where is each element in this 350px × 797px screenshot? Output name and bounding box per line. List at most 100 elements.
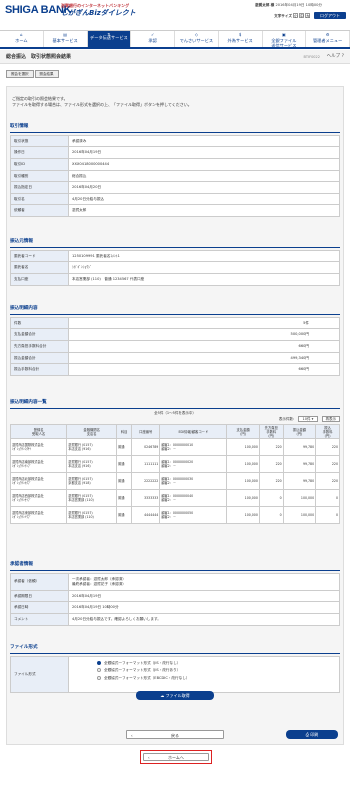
table-cell: 220	[315, 472, 340, 491]
main-nav: ⌂ ホーム ▤ 基本サービス ⇅ データ伝送サービス ✓ 承認 ◇ でんさいサービス $ 外…	[0, 30, 350, 49]
text: ファイル取得	[165, 693, 190, 698]
table-cell: 普通	[116, 438, 133, 457]
font-size-label: 文字サイズ	[274, 14, 292, 18]
text: 科目	[116, 424, 133, 440]
text: 全銀ファイル 送信サービス	[271, 38, 297, 49]
table-cell: 取引ID	[10, 157, 69, 171]
text: 口座番号	[131, 424, 161, 440]
table-cell: 660円	[68, 363, 340, 376]
table-cell: 顧客1：0000000030 顧客2：－	[159, 472, 228, 491]
font-medium-button[interactable]: 中	[299, 13, 304, 18]
table-cell: 2016年04月19日	[68, 589, 340, 603]
moto-table: 委託者コード 1250109991 委託者名ｺﾒﾝﾄ1 委託者名 ｼｶﾞｷﾞﾝｼｮｳ…	[10, 249, 340, 286]
file-format-option-3[interactable]: 全銀協式一フォーマット形式（EBCDIC・改行なし）	[97, 676, 339, 680]
header: SHIGA BANK 滋賀銀行のインターネットバンキング しがぎんBizダイレク…	[0, 0, 350, 22]
file-format-option-1[interactable]: 全銀協式一フォーマット形式（JIS・改行なし）	[97, 661, 339, 665]
detail-table: 登録名 受取人名 金融機関名 支店名 科目 口座番号 EDI情報/顧客コード 支…	[9, 424, 340, 525]
nav-approve[interactable]: ✓ 承認	[131, 31, 175, 47]
table-cell: 承認済み	[68, 134, 340, 148]
table-cell: 委託者コード	[10, 249, 69, 263]
font-small-button[interactable]: 小	[293, 13, 298, 18]
table-cell: 承認期限日	[10, 589, 69, 603]
table-cell: 0246789	[131, 438, 161, 457]
file-heading: ファイル形式	[10, 645, 340, 654]
text: 全銀協式一フォーマット形式（JIS・改行なし）	[104, 660, 181, 665]
table-cell: 2222222	[131, 472, 161, 491]
table-cell: 取引名	[10, 192, 69, 206]
densai-icon: ◇	[194, 32, 198, 37]
table-row: 滋賀商店北部株式会社 ｼｶﾞｼｮｳﾃﾝﾎｸﾌﾞ 滋賀銀行 (0157) 京都支店 …	[9, 472, 340, 491]
table-cell: 220	[315, 438, 340, 457]
text: 全銀協式一フォーマット形式（EBCDIC・改行なし）	[104, 675, 190, 680]
torihiki-heading: 取引情報	[10, 124, 340, 133]
table-cell: 99,780	[282, 455, 317, 474]
nav-densai[interactable]: ◇ でんさいサービス	[175, 31, 219, 47]
ichiran-heading: 振込明細内容一覧	[10, 400, 340, 409]
nav-home[interactable]: ⌂ ホーム	[0, 31, 44, 47]
nav-basic[interactable]: ▤ 基本サービス	[44, 31, 88, 47]
text: 振込 手数料 (円)	[315, 424, 340, 440]
text: 管理者メニュー	[312, 38, 343, 43]
table-cell: 本店営業部 (110) 普通 1234567 代表口座	[68, 272, 340, 286]
table-cell: 100,000	[226, 472, 260, 491]
radio-icon	[97, 668, 101, 673]
nav-zengin[interactable]: ▣ 全銀ファイル 送信サービス	[263, 31, 307, 49]
download-icon: ☁	[160, 693, 165, 698]
print-button[interactable]: ⎙ 印刷	[286, 730, 338, 739]
torihiki-table: 取引状態 承認済み 操作日 2016年04月19日 取引ID XXX041800000…	[10, 134, 340, 217]
text: 登録名 受取人名	[9, 424, 68, 440]
file-section: ファイル形式 ファイル形式 全銀協式一フォーマット形式（JIS・改行なし） 全銀…	[10, 645, 340, 693]
table-cell: 普通	[116, 455, 133, 474]
table-cell: 総合振込	[68, 169, 340, 183]
redisplay-button[interactable]: 再表示	[321, 416, 340, 423]
table-cell: 滋賀銀行 (0157) 本店支店 (916)	[66, 455, 118, 474]
table-cell: 99,780	[282, 438, 317, 457]
ichiran-section: 振込明細内容一覧 全5件（1～5件を表示中） 表示件数： 10件 ▾ 再表示 登…	[9, 400, 340, 525]
text: ヘルプ	[326, 54, 341, 59]
table-cell: 振込手数料合計	[10, 363, 69, 376]
table-cell: 滋賀銀行 (0157) 本店支店 (916)	[66, 438, 118, 457]
text: 全銀協式一フォーマット形式（JIS・改行あり）	[104, 668, 181, 673]
table-cell: 0	[315, 489, 340, 508]
login-time: 2016年04月19日 10時00分	[275, 3, 322, 7]
table-cell: ｼｶﾞｷﾞﾝｼｮｳｼﾞ	[68, 261, 340, 274]
text: でんさいサービス	[179, 38, 214, 43]
shonin-section: 承認者情報 承認者（依頼） 一次承認者：滋賀太郎（承認済） 最終承認者：滋賀花子（…	[10, 562, 340, 626]
nav-data[interactable]: ⇅ データ伝送サービス	[87, 31, 132, 47]
data-icon: ⇅	[107, 32, 111, 37]
table-cell: 5件	[68, 316, 340, 330]
text: 振込金額 (円)	[282, 424, 317, 440]
font-size-switcher: 文字サイズ小中大	[274, 13, 310, 18]
table-cell: 取引種別	[10, 169, 69, 183]
home-icon: ⌂	[20, 32, 23, 37]
per-page-select[interactable]: 10件 ▾	[297, 416, 319, 423]
table-cell: 220	[315, 455, 340, 474]
chevron-left-icon: ‹	[131, 733, 133, 738]
file-get-button[interactable]: ☁ ファイル取得	[136, 691, 214, 700]
table-cell: 滋賀商店西部株式会社 ｼｶﾞｼｮｳﾃﾝｾｲﾌﾞ	[9, 489, 68, 508]
table-cell: 660円	[68, 339, 340, 353]
text: 基本サービス	[52, 38, 78, 43]
font-large-button[interactable]: 大	[305, 13, 310, 18]
table-cell: 普通	[116, 489, 133, 508]
text: 10件	[302, 417, 311, 422]
help-link[interactable]: ヘルプ ?	[327, 54, 344, 60]
table-cell: 100,000	[226, 455, 260, 474]
logout-button[interactable]: ログアウト	[314, 12, 346, 19]
meisai-table: 件数 5件 支払金額合計 500,000円 先方負担手数料合計 660円 振込金額合計…	[10, 316, 340, 376]
file-table: ファイル形式 全銀協式一フォーマット形式（JIS・改行なし） 全銀協式一フォーマ…	[10, 655, 340, 693]
back-button[interactable]: ‹ 戻る	[126, 730, 224, 739]
nav-admin[interactable]: ⚙ 管理者メニュー	[306, 31, 350, 47]
text: 金融機関名 支店名	[66, 424, 118, 440]
table-cell: 220	[258, 438, 284, 457]
table-cell: 0	[258, 506, 284, 525]
moto-heading: 振込元情報	[10, 239, 340, 248]
file-icon: ▣	[281, 32, 286, 37]
text: 戻る	[171, 733, 179, 738]
file-format-option-2[interactable]: 全銀協式一フォーマット形式（JIS・改行あり）	[97, 668, 339, 673]
table-cell: 4444444	[131, 506, 161, 525]
table-cell: 100,000	[226, 506, 260, 525]
table-cell: 依頼者	[10, 204, 69, 217]
brand-line1: 滋賀銀行のインターネットバンキング	[61, 3, 130, 8]
nav-forex[interactable]: $ 外為サービス	[219, 31, 263, 47]
